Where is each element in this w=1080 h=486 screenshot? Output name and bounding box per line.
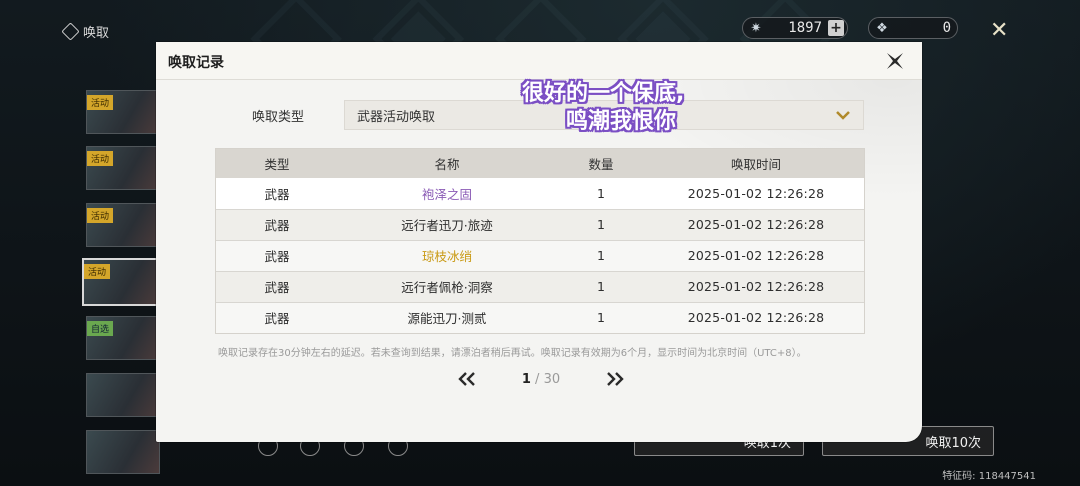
- banner-tag: 活动: [87, 151, 114, 166]
- cell-name: 源能迅刀·测贰: [339, 302, 555, 334]
- cell-time: 2025-01-02 12:26:28: [647, 271, 865, 303]
- cell-quantity: 1: [555, 209, 647, 241]
- column-header-name: 名称: [339, 148, 555, 178]
- table-row: 武器 袍泽之固 1 2025-01-02 12:26:28: [215, 178, 865, 210]
- cell-name: 远行者迅刀·旅迹: [339, 209, 555, 241]
- banner-card[interactable]: [86, 373, 160, 417]
- column-header-time: 唤取时间: [647, 148, 865, 178]
- records-notice: 唤取记录存在30分钟左右的延迟。若未查询到结果，请漂泊者稍后再试。唤取记录有效期…: [218, 348, 807, 359]
- add-currency-button[interactable]: +: [828, 20, 844, 36]
- currency-forging-tide[interactable]: ❖ 0: [868, 17, 958, 39]
- cell-name: 袍泽之固: [339, 178, 555, 210]
- banner-card[interactable]: 自选: [86, 316, 160, 360]
- total-pages: 30: [543, 371, 561, 387]
- feature-code: 特征码: 118447541: [942, 471, 1036, 482]
- banner-tag: 活动: [87, 208, 114, 223]
- column-header-type: 类型: [215, 148, 339, 178]
- caption-line-1: 很好的一个保底,: [522, 81, 685, 106]
- banner-tag: 自选: [87, 321, 114, 336]
- forging-tide-icon: ❖: [876, 20, 888, 36]
- cell-type: 武器: [215, 178, 339, 210]
- table-row: 武器 源能迅刀·测贰 1 2025-01-02 12:26:28: [215, 302, 865, 334]
- banner-card-selected[interactable]: 活动: [82, 258, 160, 306]
- page-separator: /: [530, 371, 544, 387]
- close-icon[interactable]: [884, 50, 906, 72]
- top-title: 唤取: [61, 22, 110, 41]
- cell-time: 2025-01-02 12:26:28: [647, 178, 865, 210]
- banner-tag: 活动: [84, 264, 111, 279]
- cell-name: 琼枝冰绡: [339, 240, 555, 272]
- table-header-row: 类型 名称 数量 唤取时间: [215, 148, 865, 178]
- caption-line-2: 鸣潮我恨你: [566, 109, 677, 134]
- table-row: 武器 琼枝冰绡 1 2025-01-02 12:26:28: [215, 240, 865, 272]
- convene-ten-label: 唤取10次: [925, 435, 981, 451]
- page-indicator: 1 / 30: [522, 372, 560, 387]
- convene-icon: [61, 22, 80, 41]
- cell-quantity: 1: [555, 240, 647, 272]
- currency-forging-tide-value: 0: [942, 20, 951, 36]
- previous-page-button[interactable]: [456, 369, 478, 389]
- convene-type-label: 唤取类型: [252, 109, 305, 125]
- banner-card[interactable]: 活动: [86, 90, 160, 134]
- current-page: 1: [521, 371, 531, 387]
- table-row: 武器 远行者佩枪·洞察 1 2025-01-02 12:26:28: [215, 271, 865, 303]
- convene-type-value: 武器活动唤取: [357, 109, 436, 125]
- banner-card[interactable]: 活动: [86, 203, 160, 247]
- top-title-label: 唤取: [83, 26, 110, 41]
- records-table: 类型 名称 数量 唤取时间 武器 袍泽之固 1 2025-01-02 12:26…: [215, 148, 865, 334]
- cell-time: 2025-01-02 12:26:28: [647, 240, 865, 272]
- currency-lunite-value: 1897: [788, 20, 822, 36]
- chevron-down-icon: [835, 107, 851, 123]
- dialog-title: 唤取记录: [168, 55, 224, 71]
- cell-type: 武器: [215, 302, 339, 334]
- lunite-icon: ✷: [750, 20, 762, 36]
- cell-quantity: 1: [555, 178, 647, 210]
- cell-time: 2025-01-02 12:26:28: [647, 302, 865, 334]
- cell-time: 2025-01-02 12:26:28: [647, 209, 865, 241]
- next-page-button[interactable]: [604, 369, 626, 389]
- cell-quantity: 1: [555, 271, 647, 303]
- double-chevron-left-icon: [458, 372, 475, 386]
- pagination: 1 / 30: [456, 369, 626, 389]
- dialog-header: 唤取记录: [156, 42, 922, 80]
- banner-card[interactable]: [86, 430, 160, 474]
- currency-lunite[interactable]: ✷ 1897 +: [742, 17, 848, 39]
- caption-overlay: 很好的一个保底, 鸣潮我恨你: [522, 80, 742, 136]
- banner-tag: 活动: [87, 95, 114, 110]
- table-row: 武器 远行者迅刀·旅迹 1 2025-01-02 12:26:28: [215, 209, 865, 241]
- column-header-quantity: 数量: [555, 148, 647, 178]
- cell-quantity: 1: [555, 302, 647, 334]
- cell-name: 远行者佩枪·洞察: [339, 271, 555, 303]
- double-chevron-right-icon: [607, 372, 624, 386]
- banner-card[interactable]: 活动: [86, 146, 160, 190]
- screen-close-icon[interactable]: ✕: [990, 18, 1008, 43]
- cell-type: 武器: [215, 209, 339, 241]
- cell-type: 武器: [215, 240, 339, 272]
- cell-type: 武器: [215, 271, 339, 303]
